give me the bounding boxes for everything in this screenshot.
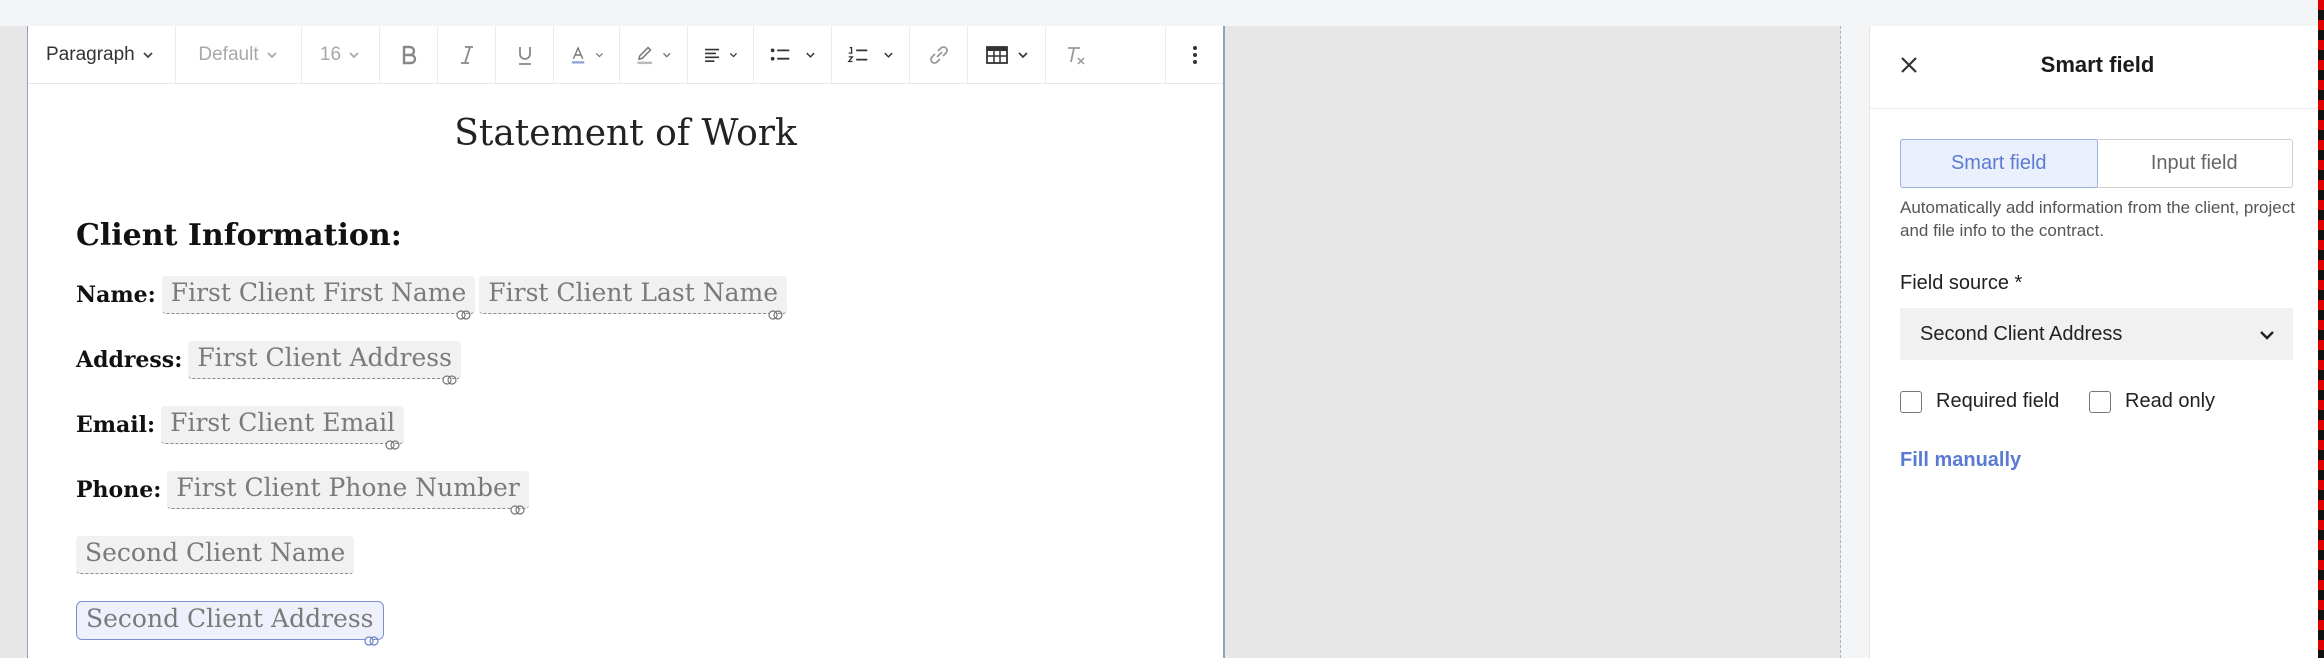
font-family-label: Default	[198, 43, 259, 65]
font-size-dropdown[interactable]: 16	[302, 26, 380, 83]
numbered-list-icon	[847, 46, 868, 62]
numbered-list-button[interactable]	[832, 26, 910, 83]
link-icon	[510, 505, 525, 515]
bullet-list-icon	[770, 48, 790, 61]
block-style-dropdown[interactable]: Paragraph	[28, 26, 176, 83]
read-only-checkbox[interactable]: Read only	[2089, 390, 2215, 413]
fill-manually-link[interactable]: Fill manually	[1900, 449, 2021, 472]
smart-field-chip[interactable]: Second Client Name	[76, 536, 355, 574]
link-icon	[456, 310, 471, 320]
checkbox-box[interactable]	[2089, 390, 2111, 413]
name-label: Name:	[76, 282, 156, 308]
required-field-checkbox[interactable]: Required field	[1900, 390, 2059, 413]
chevron-down-icon	[143, 51, 153, 58]
panel-header: Smart field	[1870, 26, 2324, 109]
smart-field-chip[interactable]: First Client Phone Number	[167, 471, 529, 515]
clear-format-button[interactable]	[1046, 26, 1104, 83]
required-field-label: Required field	[1936, 390, 2060, 412]
font-family-dropdown[interactable]: Default	[176, 26, 302, 83]
link-icon	[768, 310, 783, 320]
smart-field-text: First Client First Name	[170, 278, 467, 307]
document-editor[interactable]: Paragraph Default 16 Statement of Work C…	[27, 26, 1225, 658]
name-row: Name: First Client First Name First Clie…	[76, 276, 791, 320]
smart-field-text: First Client Email	[170, 408, 396, 437]
link-icon	[442, 375, 457, 385]
italic-icon	[460, 45, 473, 64]
panel-title: Smart field	[2040, 52, 2155, 77]
chevron-down-icon	[806, 52, 815, 58]
smart-field-description: Automatically add information from the c…	[1900, 198, 2295, 240]
text-color-button[interactable]	[554, 26, 620, 83]
section-heading: Client Information:	[76, 218, 402, 253]
smart-field-chip[interactable]: First Client First Name	[161, 276, 476, 320]
second-client-name-row: Second Client Name	[76, 536, 358, 574]
align-icon	[705, 48, 720, 62]
underline-button[interactable]	[496, 26, 554, 83]
window-edge-marker	[2318, 0, 2324, 658]
field-source-select[interactable]: Second Client Address	[1900, 308, 2293, 360]
table-button[interactable]	[968, 26, 1046, 83]
align-button[interactable]	[688, 26, 754, 83]
document-body[interactable]: Statement of Work Client Information: Na…	[28, 83, 1223, 658]
underline-icon	[518, 46, 531, 65]
smart-field-panel: Smart field Smart field Input field Auto…	[1869, 26, 2324, 658]
link-icon	[363, 636, 379, 646]
second-client-address-row: Second Client Address	[76, 601, 388, 646]
field-source-label: Field source *	[1900, 272, 2023, 294]
bullet-list-button[interactable]	[754, 26, 832, 83]
smart-field-text: Second Client Address	[86, 604, 374, 633]
chevron-down-icon	[1017, 51, 1028, 58]
chevron-down-icon	[349, 51, 359, 58]
bold-icon	[402, 45, 416, 64]
smart-field-text: First Client Address	[197, 343, 452, 372]
smart-field-chip[interactable]: First Client Address	[188, 341, 461, 385]
phone-row: Phone: First Client Phone Number	[76, 471, 533, 515]
document-title: Statement of Work	[454, 113, 797, 154]
smart-field-text: First Client Last Name	[488, 278, 779, 307]
read-only-label: Read only	[2125, 390, 2216, 412]
more-options-button[interactable]	[1165, 26, 1223, 83]
smart-field-chip[interactable]: First Client Last Name	[479, 276, 788, 320]
tab-input-field[interactable]: Input field	[2097, 140, 2293, 187]
highlight-icon	[637, 46, 653, 64]
smart-field-text: First Client Phone Number	[176, 473, 520, 502]
table-icon	[985, 45, 1008, 64]
more-icon	[1192, 45, 1197, 64]
top-strip	[0, 0, 2324, 26]
smart-field-chip[interactable]: First Client Email	[161, 406, 405, 450]
checkbox-box[interactable]	[1900, 390, 1922, 413]
smart-field-text: Second Client Name	[85, 538, 346, 567]
chevron-down-icon	[266, 51, 277, 58]
address-label: Address:	[76, 347, 183, 373]
editor-toolbar: Paragraph Default 16	[28, 26, 1223, 84]
field-type-toggle: Smart field Input field	[1900, 139, 2293, 188]
tab-smart-field[interactable]: Smart field	[1900, 139, 2098, 188]
link-button[interactable]	[910, 26, 968, 83]
block-style-label: Paragraph	[46, 43, 135, 65]
email-row: Email: First Client Email	[76, 406, 408, 450]
link-icon	[929, 45, 948, 64]
font-size-label: 16	[319, 43, 342, 65]
chevron-down-icon	[596, 52, 604, 57]
link-icon	[385, 440, 400, 450]
selected-smart-field-chip[interactable]: Second Client Address	[76, 601, 384, 646]
chevron-down-icon	[663, 52, 671, 58]
chevron-down-icon	[2260, 331, 2274, 340]
italic-button[interactable]	[438, 26, 496, 83]
email-label: Email:	[76, 412, 156, 438]
bold-button[interactable]	[380, 26, 438, 83]
clear-format-icon	[1068, 46, 1085, 65]
phone-label: Phone:	[76, 477, 162, 503]
field-source-value: Second Client Address	[1920, 322, 2123, 345]
highlight-button[interactable]	[620, 26, 688, 83]
chevron-down-icon	[884, 52, 893, 58]
text-color-icon	[571, 45, 585, 64]
chevron-down-icon	[730, 52, 738, 57]
address-row: Address: First Client Address	[76, 341, 465, 385]
